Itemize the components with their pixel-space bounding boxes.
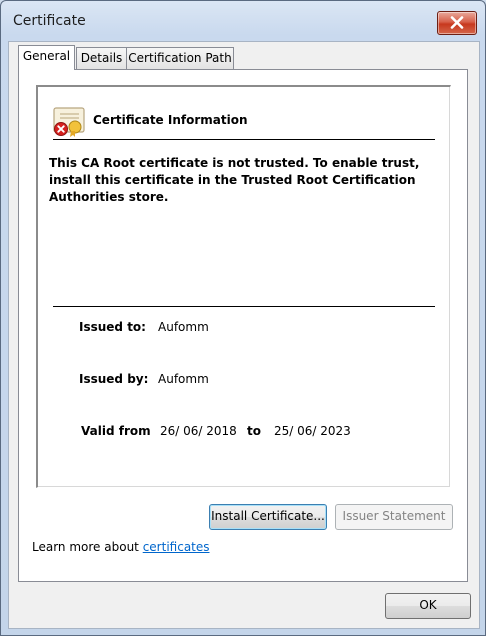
certificate-info-box: Certificate Information This CA Root cer… [36, 85, 451, 488]
issued-by-value: Aufomm [158, 372, 209, 386]
tab-general-label: General [22, 49, 71, 63]
certificates-link[interactable]: certificates [143, 540, 210, 554]
trust-warning-line-2: install this certificate in the Trusted … [49, 173, 416, 187]
window-title: Certificate [13, 13, 86, 29]
dialog-client-area: General Details Certification Path Certi… [8, 41, 480, 629]
valid-to-label: to [247, 424, 261, 438]
ok-button[interactable]: OK [385, 593, 471, 619]
certificate-dialog: Certificate General Details Certificatio… [0, 0, 486, 636]
close-button[interactable] [437, 11, 477, 35]
issuer-statement-button[interactable]: Issuer Statement [335, 504, 453, 530]
details-divider [53, 306, 435, 307]
issued-to-value: Aufomm [158, 320, 209, 334]
issued-by-label: Issued by: [79, 372, 149, 386]
title-bar[interactable]: Certificate [1, 1, 485, 41]
certificate-error-icon [53, 107, 85, 137]
close-icon [450, 16, 464, 29]
certificate-info-heading: Certificate Information [93, 113, 248, 127]
valid-from-value: 26/ 06/ 2018 [160, 424, 237, 438]
tab-details-label: Details [80, 51, 123, 65]
trust-warning-line-3: Authorities store. [49, 190, 169, 204]
valid-from-label: Valid from [81, 424, 151, 438]
tab-certification-path-label: Certification Path [128, 51, 232, 65]
tab-details[interactable]: Details [76, 47, 127, 69]
general-tab-panel: Certificate Information This CA Root cer… [18, 69, 468, 582]
heading-divider [53, 139, 435, 140]
tab-certification-path[interactable]: Certification Path [126, 47, 234, 69]
learn-more-prefix: Learn more about [32, 540, 139, 554]
valid-to-value: 25/ 06/ 2023 [274, 424, 351, 438]
trust-warning-line-1: This CA Root certificate is not trusted.… [49, 156, 420, 170]
learn-more-text: Learn more about certificates [32, 540, 210, 554]
trust-warning-message: This CA Root certificate is not trusted.… [49, 155, 419, 206]
install-certificate-button[interactable]: Install Certificate... [209, 504, 327, 530]
issued-to-label: Issued to: [79, 320, 146, 334]
tab-general[interactable]: General [18, 45, 75, 70]
